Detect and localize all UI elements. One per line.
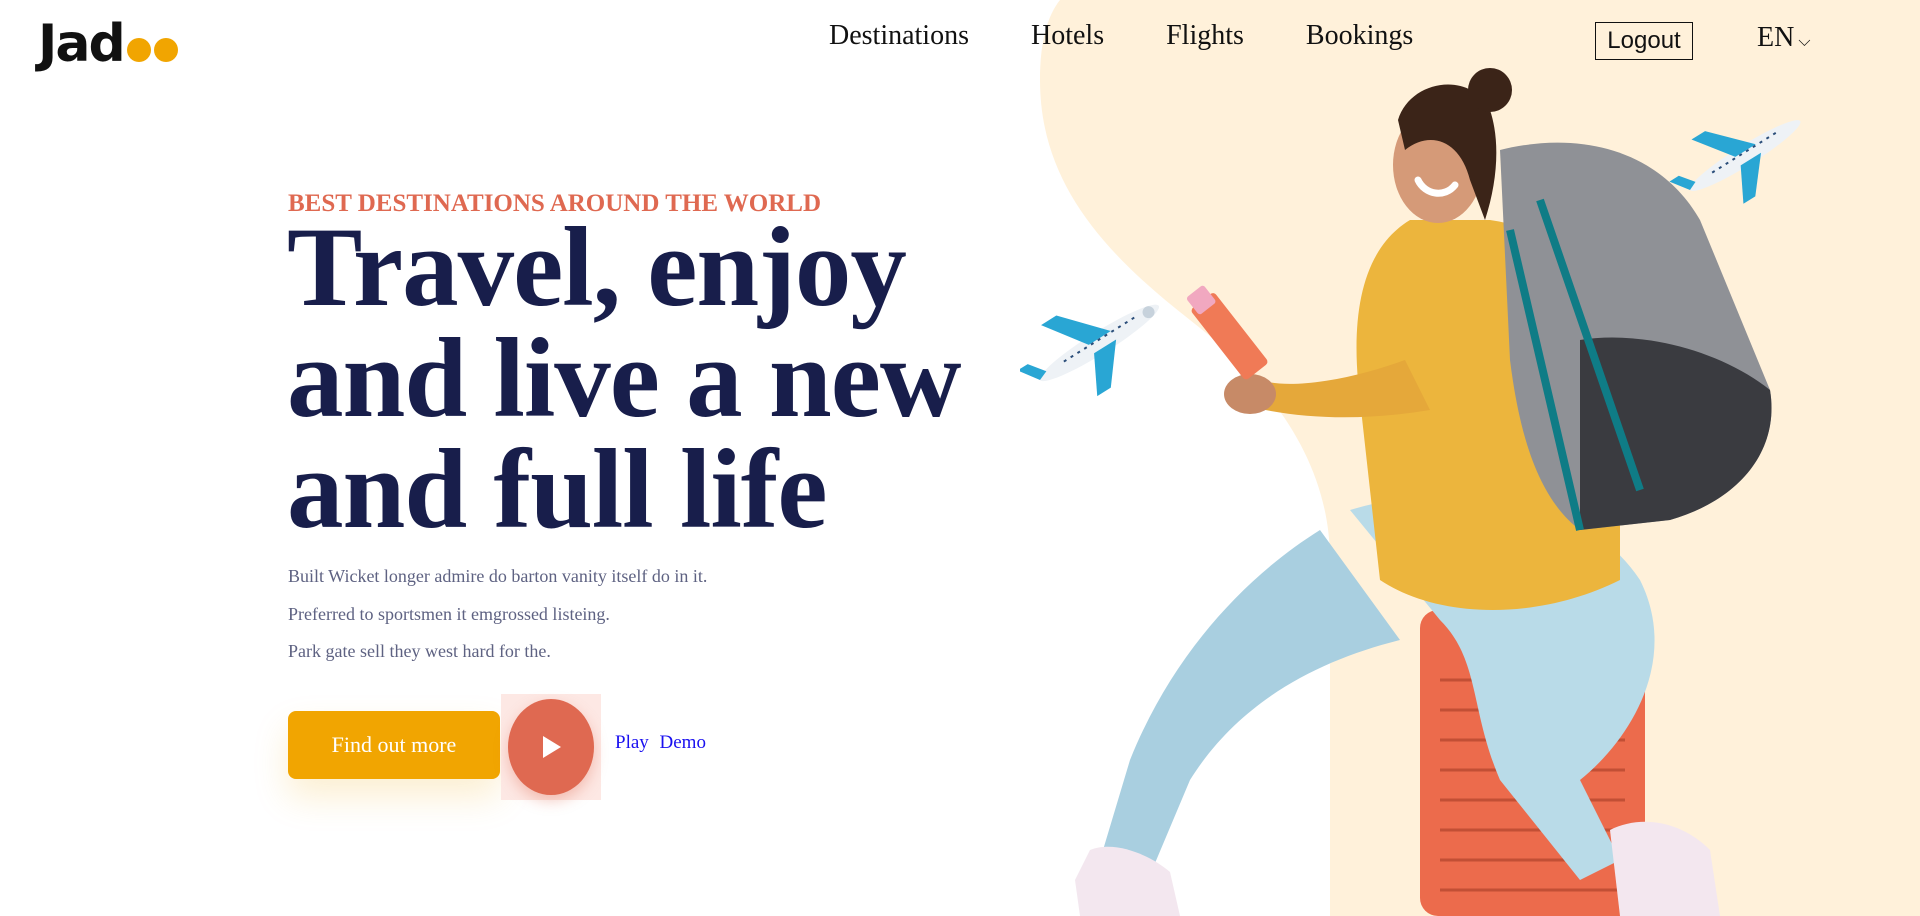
chevron-down-icon: ⌵ [1798, 33, 1811, 50]
find-out-more-button[interactable]: Find out more [288, 711, 500, 779]
hero-illustration [1020, 68, 1801, 916]
nav-flights[interactable]: Flights [1166, 20, 1244, 52]
language-label: EN [1757, 22, 1795, 53]
logo[interactable]: Jad [38, 14, 178, 74]
logo-dot [153, 38, 178, 62]
nav-hotels[interactable]: Hotels [1031, 20, 1104, 52]
description-line: Built Wicket longer admire do barton van… [288, 566, 708, 586]
nav-destinations[interactable]: Destinations [829, 20, 969, 52]
headline-line: and full life [287, 427, 828, 552]
play-icon [543, 736, 561, 758]
logout-button[interactable]: Logout [1595, 22, 1693, 60]
play-demo-label[interactable]: Play Demo [615, 732, 706, 754]
description-line: Preferred to sportsmen it emgrossed list… [288, 603, 610, 624]
headline-line: and live a new [287, 316, 961, 441]
hero-headline: Travel, enjoy and live a new and full li… [287, 211, 961, 546]
logo-text: Jad [38, 14, 126, 74]
backpack [1500, 142, 1772, 531]
airplane-icon [1020, 304, 1160, 397]
nav-bookings[interactable]: Bookings [1306, 20, 1413, 52]
hero-description: Built Wicket longer admire do barton van… [288, 558, 707, 671]
play-demo-button[interactable] [501, 694, 601, 800]
description-line: Park gate sell they west hard for the. [288, 641, 551, 661]
logo-dot [126, 38, 151, 62]
language-selector[interactable]: EN ⌵ [1757, 22, 1810, 54]
play-button-circle[interactable] [508, 699, 594, 795]
headline-line: Travel, enjoy [287, 205, 907, 330]
main-nav: Destinations Hotels Flights Bookings [829, 20, 1475, 52]
